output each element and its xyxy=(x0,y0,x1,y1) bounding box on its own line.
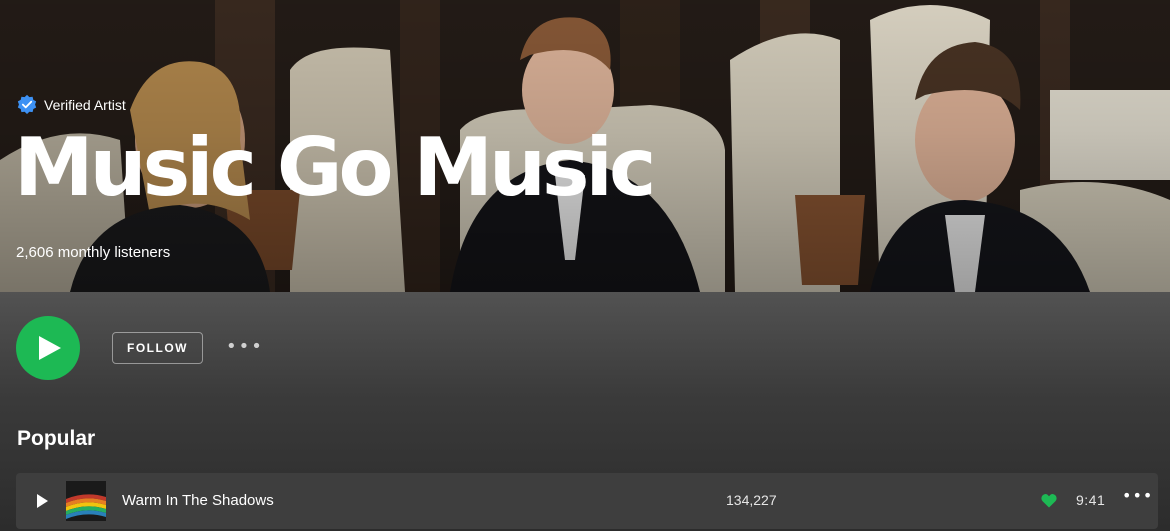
track-title[interactable]: Warm In The Shadows xyxy=(122,492,274,509)
follow-button[interactable]: FOLLOW xyxy=(112,332,203,364)
track-duration: 9:41 xyxy=(1076,492,1106,508)
verified-label: Verified Artist xyxy=(44,97,126,113)
popular-heading: Popular xyxy=(17,427,96,450)
play-icon[interactable] xyxy=(34,493,50,509)
verified-badge-icon xyxy=(17,94,37,114)
play-icon xyxy=(39,336,61,360)
artist-header: Verified Artist Music Go Music 2,606 mon… xyxy=(0,0,1170,292)
monthly-listeners: 2,606 monthly listeners xyxy=(16,244,171,261)
more-options-button[interactable]: ••• xyxy=(226,332,262,360)
track-row[interactable]: Warm In The Shadows 134,227 9:41 ••• xyxy=(16,473,1158,529)
album-art xyxy=(66,481,106,521)
more-icon[interactable]: ••• xyxy=(1122,486,1153,505)
artist-content: FOLLOW ••• Popular Warm In The Shadows 1… xyxy=(0,292,1170,531)
track-playcount: 134,227 xyxy=(726,492,777,508)
verified-artist-badge: Verified Artist xyxy=(16,94,126,116)
heart-icon[interactable] xyxy=(1041,493,1057,508)
play-button[interactable] xyxy=(16,316,80,380)
artist-name: Music Go Music xyxy=(14,121,656,214)
